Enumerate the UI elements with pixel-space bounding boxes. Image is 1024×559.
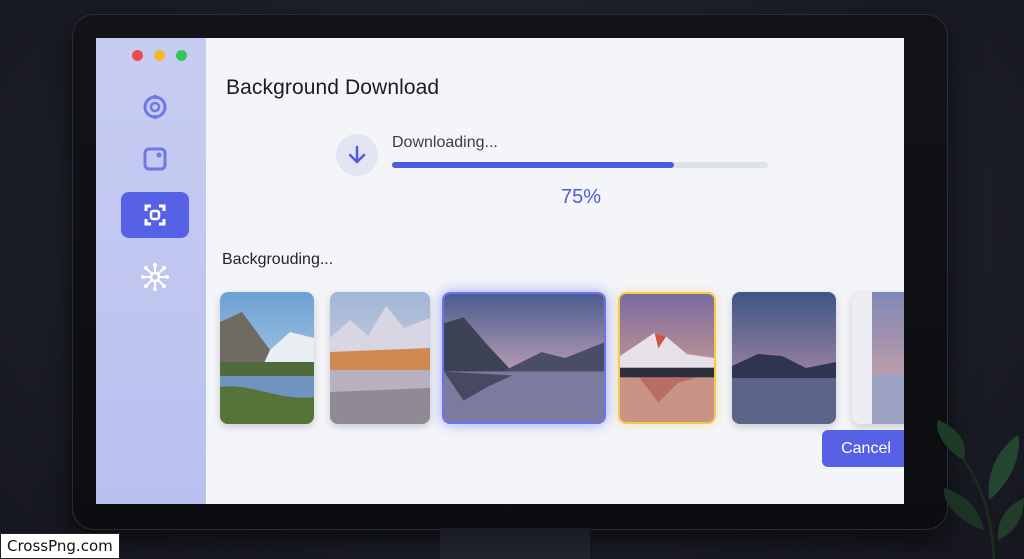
thumbnail-dusk-lake[interactable] xyxy=(442,292,606,424)
sidebar-item-sync[interactable] xyxy=(121,84,189,130)
download-status-icon xyxy=(336,134,378,176)
circular-arrows-icon xyxy=(143,95,167,119)
thumbnail-twilight-lake[interactable] xyxy=(732,292,836,424)
section-label: Backgrouding... xyxy=(222,251,334,268)
photo-frame-icon xyxy=(143,147,167,171)
screenshot-capture-icon xyxy=(144,204,166,226)
thumbnail-snowy-peaks[interactable] xyxy=(330,292,430,424)
plant-decoration xyxy=(937,420,1024,559)
thumbnail-sunset-peak[interactable] xyxy=(618,292,716,424)
download-status-label: Downloading... xyxy=(392,134,498,151)
thumbnail-mountain-valley[interactable] xyxy=(220,292,314,424)
cancel-button[interactable]: Cancel xyxy=(822,430,904,467)
sidebar xyxy=(96,38,206,504)
minimize-window-button[interactable] xyxy=(154,50,165,61)
download-progress-bar xyxy=(392,162,768,168)
download-progress-fill xyxy=(392,162,674,168)
monitor-stand xyxy=(440,528,590,559)
maximize-window-button[interactable] xyxy=(176,50,187,61)
app-window: Background Download Downloading... 75% B… xyxy=(96,38,904,504)
thumbnail-partial-lake[interactable] xyxy=(852,292,904,424)
sidebar-item-photos[interactable] xyxy=(121,136,189,182)
watermark: CrossPng.com xyxy=(0,533,120,559)
main-panel: Background Download Downloading... 75% B… xyxy=(206,38,904,504)
download-percent: 75% xyxy=(560,186,602,208)
download-arrow-icon xyxy=(348,145,366,164)
sidebar-item-capture[interactable] xyxy=(121,192,189,238)
close-window-button[interactable] xyxy=(132,50,143,61)
sidebar-item-network[interactable] xyxy=(121,254,189,300)
page-title: Background Download xyxy=(226,76,440,99)
network-hub-icon xyxy=(141,263,169,291)
